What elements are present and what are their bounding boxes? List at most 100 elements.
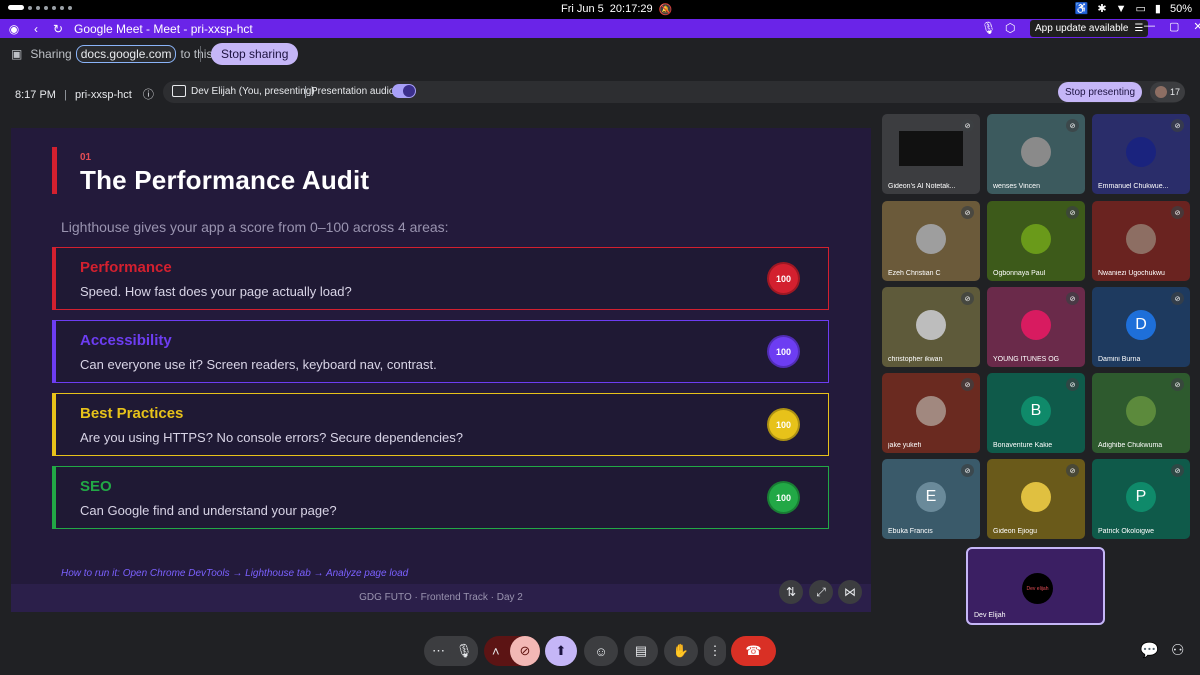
participant-tile[interactable]: ⊘ Ogbonnaya Paul — [987, 201, 1085, 281]
participant-tile[interactable]: ⊘ Ezeh Christian C — [882, 201, 980, 281]
avatar — [1021, 310, 1051, 340]
participant-tile[interactable]: ⊘ christopher ikwan — [882, 287, 980, 367]
extensions-icon[interactable]: ⬡ — [1005, 21, 1015, 35]
presenter-label: Dev Elijah (You, presenting) — [191, 86, 315, 97]
participant-tile[interactable]: D ⊘ Damini Burna — [1092, 287, 1190, 367]
fullscreen-icon[interactable]: ⤢ — [809, 580, 833, 604]
minimize-icon[interactable]: — — [1144, 20, 1155, 33]
hang-up-icon: ☎ — [745, 643, 762, 658]
hand-icon: ✋ — [672, 643, 690, 658]
slide-footer: GDG FUTO · Frontend Track · Day 2 — [11, 584, 871, 612]
participant-name: Gideon's AI Notetak... — [888, 183, 956, 190]
participants-button[interactable]: 17 — [1150, 82, 1185, 102]
participant-tile[interactable]: B ⊘ Bonaventure Kakie — [987, 373, 1085, 453]
presentation-audio-label: Presentation audio — [311, 86, 395, 97]
participant-name: Nwaniezi Ugochukwu — [1098, 270, 1165, 277]
microphone-button[interactable]: 🎙 — [450, 636, 478, 666]
participant-tile[interactable]: ⊘ Nwaniezi Ugochukwu — [1092, 201, 1190, 281]
card-title: SEO — [80, 478, 112, 495]
microphone-icon: 🎙 — [455, 643, 473, 658]
share-screen-icon: ▣ — [11, 47, 23, 61]
participant-name: Emmanuel Chukwue... — [1098, 183, 1169, 190]
participant-tile[interactable]: ⊘ YOUNG ITUNES OG — [987, 287, 1085, 367]
self-view-tile[interactable]: Dev elijah Dev Elijah — [966, 547, 1105, 625]
participant-tile[interactable]: ⊘ Adighibe Chukwuma — [1092, 373, 1190, 453]
leave-call-button[interactable]: ☎ — [731, 636, 776, 666]
avatar — [1021, 224, 1051, 254]
share-icon[interactable]: ⋈ — [838, 580, 862, 604]
reactions-button[interactable]: ☺ — [584, 636, 618, 666]
card-title: Performance — [80, 259, 172, 276]
participant-tile[interactable]: ⊘ Gideon's AI Notetak... — [882, 114, 980, 194]
info-icon[interactable]: ⓘ — [143, 89, 154, 101]
participant-name: Adighibe Chukwuma — [1098, 442, 1163, 449]
status-time: 20:17:29 — [609, 3, 653, 15]
divider — [305, 86, 306, 98]
mic-off-icon: ⊘ — [961, 378, 974, 391]
participant-tile[interactable]: P ⊘ Patrick Okoloigwe — [1092, 459, 1190, 539]
sharing-prefix: Sharing — [30, 47, 72, 61]
self-name: Dev Elijah — [974, 612, 1006, 619]
participant-name: Ezeh Christian C — [888, 270, 941, 277]
camera-off-button[interactable]: ⊘ — [510, 636, 540, 666]
participant-tile[interactable]: ⊘ Emmanuel Chukwue... — [1092, 114, 1190, 194]
maximize-icon[interactable]: ▢ — [1169, 20, 1179, 33]
camera-off-icon: ⊘ — [519, 643, 531, 658]
slide-title: The Performance Audit — [80, 165, 370, 195]
mic-off-icon: ⊘ — [1171, 292, 1184, 305]
presentation-bar: Dev Elijah (You, presenting) Presentatio… — [163, 81, 1185, 103]
present-icon: ⬆ — [555, 643, 567, 658]
mic-off-icon: ⊘ — [1171, 206, 1184, 219]
card-description: Can everyone use it? Screen readers, key… — [80, 357, 437, 372]
mic-off-icon: ⊘ — [961, 292, 974, 305]
participant-tile[interactable]: ⊘ wenses Vincen — [987, 114, 1085, 194]
presentation-audio-toggle[interactable] — [392, 84, 416, 98]
activities-icon[interactable]: ⚇ — [1171, 641, 1184, 659]
participant-name: wenses Vincen — [993, 183, 1040, 190]
score-badge: 100 — [767, 408, 800, 441]
chrome-icon[interactable]: ◉ — [6, 22, 22, 36]
stop-sharing-button[interactable]: Stop sharing — [211, 43, 299, 65]
participant-tile[interactable]: ⊘ Gideon Ejiogu — [987, 459, 1085, 539]
sharing-bar: ▣ Sharing docs.google.com to this tab St… — [0, 38, 1200, 70]
raise-hand-button[interactable]: ✋ — [664, 636, 698, 666]
camera-options-icon[interactable]: ˄ — [492, 644, 500, 659]
emoji-icon: ☺ — [594, 643, 608, 659]
avatar: E — [916, 482, 946, 512]
battery-icon: ▮ — [1154, 3, 1161, 15]
participant-count: 17 — [1169, 87, 1180, 97]
back-icon[interactable]: ‹ — [28, 22, 44, 36]
avatar — [1126, 396, 1156, 426]
chat-icon[interactable]: 💬 — [1140, 641, 1159, 659]
card-title: Accessibility — [80, 332, 172, 349]
reload-icon[interactable]: ↻ — [50, 22, 66, 36]
self-avatar-logo: Dev elijah — [1022, 573, 1053, 604]
battery-level: 50% — [1169, 2, 1192, 15]
accessibility-icon: ♿ — [1074, 3, 1089, 15]
score-badge: 100 — [767, 335, 800, 368]
mute-icon: 🔕 — [658, 4, 673, 16]
participant-tile[interactable]: ⊘ jake yukefi — [882, 373, 980, 453]
avatar: D — [1126, 310, 1156, 340]
present-button[interactable]: ⬆ — [545, 636, 577, 666]
mic-off-icon: ⊘ — [1066, 206, 1079, 219]
captions-icon: ▤ — [634, 643, 648, 658]
mic-indicator-icon[interactable]: 🎙 — [981, 21, 996, 35]
more-options-button[interactable]: ⋮ — [704, 636, 726, 666]
app-update-button[interactable]: App update available ☰ — [1030, 20, 1149, 37]
captions-button[interactable]: ▤ — [624, 636, 658, 666]
swap-icon[interactable]: ⇅ — [779, 580, 803, 604]
more-mic-options-icon[interactable]: ⋯ — [432, 643, 445, 659]
mic-off-icon: ⊘ — [1171, 378, 1184, 391]
close-icon[interactable]: ✕ — [1193, 20, 1200, 33]
stop-presenting-button[interactable]: Stop presenting — [1058, 82, 1143, 102]
participant-tile[interactable]: E ⊘ Ebuka Francis — [882, 459, 980, 539]
mic-off-icon: ⊘ — [1066, 464, 1079, 477]
mic-off-icon: ⊘ — [1171, 464, 1184, 477]
audit-card-best-practices: Best Practices Are you using HTTPS? No c… — [52, 393, 829, 456]
slide-accent-bar — [52, 147, 57, 194]
score-badge: 100 — [767, 481, 800, 514]
wifi-icon: ▼ — [1115, 2, 1127, 15]
mic-off-icon: ⊘ — [1066, 292, 1079, 305]
avatar — [916, 224, 946, 254]
